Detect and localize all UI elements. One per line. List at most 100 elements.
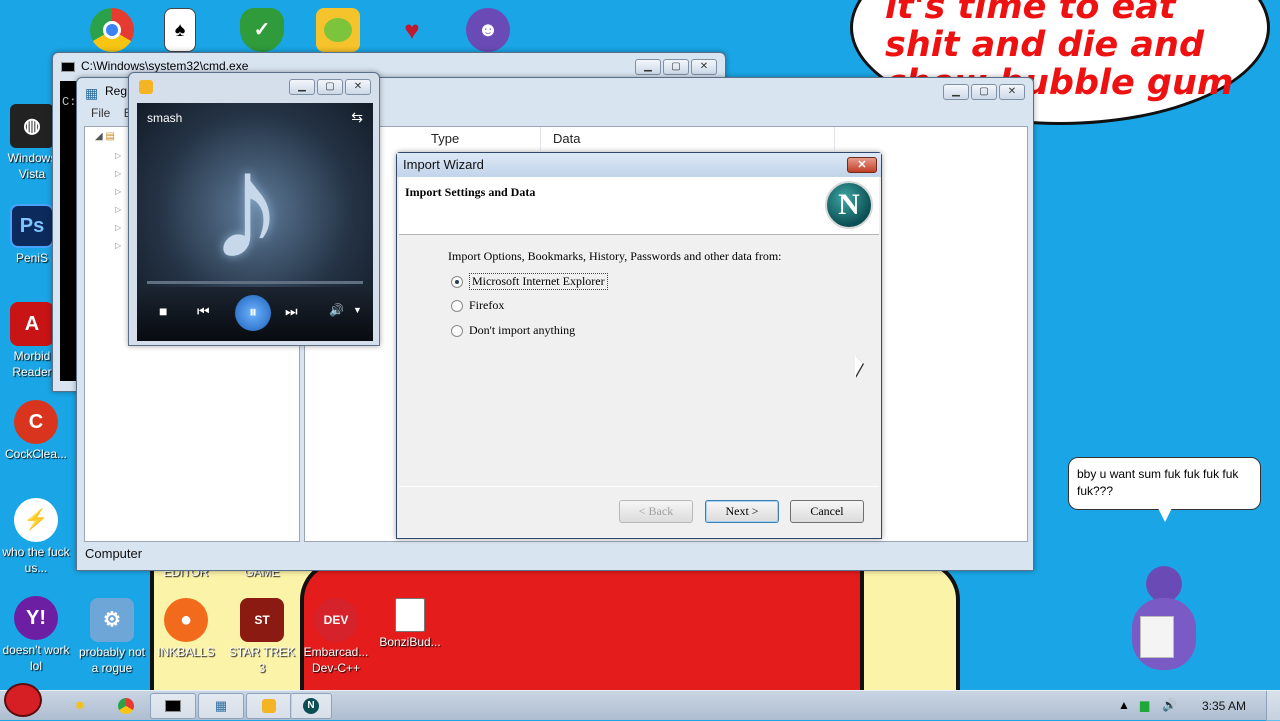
import-options-prompt: Import Options, Bookmarks, History, Pass… [448, 249, 782, 263]
maximize-button[interactable]: ▢ [663, 59, 689, 75]
pause-button[interactable]: ⏸ [235, 295, 271, 331]
option-internet-explorer[interactable]: Microsoft Internet Explorer [451, 273, 608, 290]
close-button[interactable]: ✕ [345, 79, 371, 95]
taskbar-regedit[interactable]: ▦ [198, 693, 244, 719]
desktop-icon-security[interactable]: ✓ [226, 8, 298, 54]
desktop-icon-chrome[interactable] [76, 8, 148, 54]
desktop-icon-ccleaner[interactable]: C CockClea... [0, 400, 72, 462]
media-player-titlebar[interactable]: ▁ ▢ ✕ [129, 73, 379, 101]
desktop-icon-antivirus[interactable]: ⚙ probably not a rogue [76, 598, 148, 676]
taskbar-cmd[interactable] [150, 693, 196, 719]
ccleaner-icon: C [14, 400, 58, 444]
seek-bar[interactable] [147, 281, 363, 284]
desktop-icon-yahoo[interactable]: Y! doesn't work lol [0, 596, 72, 674]
column-header-data[interactable]: Data [545, 127, 835, 151]
cancel-button[interactable]: Cancel [790, 500, 864, 523]
option-label: Firefox [469, 298, 505, 312]
bad-piggies-icon [316, 8, 360, 52]
desktop-icon-label: INKBALLS [157, 645, 215, 659]
cmd-title: C:\Windows\system32\cmd.exe [81, 59, 249, 73]
yahoo-icon: Y! [14, 596, 58, 640]
playback-controls: ■ ⏮ ⏸ ⏭ 🔊 ▼ [137, 287, 373, 341]
radio-button[interactable] [451, 324, 463, 337]
previous-button[interactable]: ⏮ [197, 303, 210, 320]
close-button[interactable]: ✕ [847, 157, 877, 173]
music-note-icon: ♪ [209, 122, 284, 290]
column-header-type[interactable]: Type [423, 127, 541, 151]
desktop-icon-star-trek[interactable]: ST STAR TREK 3 [226, 598, 298, 676]
solitaire-icon: ♠ [164, 8, 196, 52]
media-player-window[interactable]: ▁ ▢ ✕ smash ⇆ ♪ ■ ⏮ ⏸ ⏭ 🔊 ▼ [128, 72, 380, 346]
stop-button[interactable]: ■ [159, 303, 167, 319]
option-label: Microsoft Internet Explorer [469, 273, 608, 290]
option-firefox[interactable]: Firefox [451, 298, 504, 313]
desktop-icon-game[interactable]: ♥ [376, 8, 448, 54]
desktop-icon-bonzi[interactable]: ☻ [452, 8, 524, 54]
tree-node[interactable]: ▷ ▷ ▷ ▷ ▷ ▷ [115, 151, 121, 250]
import-wizard-title: Import Wizard [403, 157, 484, 172]
show-hidden-icons-icon[interactable]: ▲ [1118, 698, 1130, 712]
radio-button[interactable] [451, 275, 463, 288]
desktop-icon-devcpp[interactable]: DEV Embarcad... Dev-C++ [300, 598, 372, 676]
bonzi-paper [1140, 616, 1174, 658]
tree-root[interactable]: ◢ ▤ [95, 131, 115, 142]
menu-file[interactable]: File [91, 106, 110, 120]
star-trek-icon: ST [240, 598, 284, 642]
regedit-status-bar: Computer [85, 546, 143, 561]
next-button[interactable]: ⏭ [285, 303, 298, 320]
bonzi-icon: ☻ [466, 8, 510, 52]
minimize-button[interactable]: ▁ [943, 84, 969, 100]
taskbar-netscape[interactable]: N [290, 693, 332, 719]
shield-icon: ✓ [240, 8, 284, 52]
desktop-icon-inkball[interactable]: ● INKBALLS [150, 598, 222, 660]
desktop-icon-label: CockClea... [4, 447, 68, 461]
netscape-logo-icon: N [825, 181, 873, 229]
desktop-icon-winamp[interactable]: ⚡ who the fuck us... [0, 498, 72, 576]
regedit-icon: ▦ [214, 698, 228, 713]
wizard-header-title: Import Settings and Data [405, 185, 536, 199]
volume-dropdown-icon[interactable]: ▼ [353, 305, 362, 315]
wallpaper-yellow-shape-right [860, 560, 960, 690]
devcpp-icon: DEV [314, 598, 358, 642]
bonzi-character[interactable] [1126, 566, 1202, 676]
close-button[interactable]: ✕ [999, 84, 1025, 100]
import-wizard-dialog[interactable]: Import Wizard ✕ Import Settings and Data… [396, 152, 882, 539]
desktop-icon-bad-piggies[interactable] [302, 8, 374, 54]
minimize-button[interactable]: ▁ [635, 59, 661, 75]
back-button[interactable]: < Back [619, 500, 693, 523]
minimize-button[interactable]: ▁ [289, 79, 315, 95]
desktop: it's time to eat shit and die and chew b… [0, 0, 1280, 690]
taskbar-media-player[interactable] [246, 693, 292, 719]
power-icon[interactable]: ▆ [1140, 698, 1149, 712]
media-player-icon [262, 699, 276, 713]
volume-button[interactable]: 🔊 [329, 303, 344, 317]
desktop-icon-label: Embarcad... Dev-C++ [303, 645, 369, 675]
game-icon: ♥ [404, 15, 420, 45]
switch-view-icon[interactable]: ⇆ [351, 109, 363, 126]
taskbar-chrome[interactable] [106, 693, 146, 719]
desktop-icon-bonzibuddy[interactable]: BonziBud... [374, 598, 446, 650]
volume-icon[interactable]: 🔊 [1162, 698, 1177, 712]
desktop-icon-label: Morbid Reader [12, 349, 52, 379]
import-wizard-titlebar[interactable]: Import Wizard ✕ [397, 153, 881, 177]
taskbar-quicklaunch-1[interactable]: ✹ [60, 693, 100, 719]
show-desktop-button[interactable] [1266, 691, 1280, 721]
clock[interactable]: 3:35 AM [1202, 699, 1246, 713]
regedit-title: Reg [105, 84, 128, 98]
desktop-icon-label: probably not a rogue [78, 645, 146, 675]
regedit-menubar: File E [83, 106, 132, 124]
cmd-icon [165, 700, 181, 712]
maximize-button[interactable]: ▢ [317, 79, 343, 95]
next-button[interactable]: Next > [705, 500, 779, 523]
chrome-icon [90, 8, 134, 52]
maximize-button[interactable]: ▢ [971, 84, 997, 100]
computer-icon: ▤ [105, 131, 115, 142]
pdf-reader-icon: A [10, 302, 54, 346]
netscape-icon: N [303, 698, 319, 714]
close-button[interactable]: ✕ [691, 59, 717, 75]
radio-button[interactable] [451, 299, 463, 312]
vista-icon: ◍ [10, 104, 54, 148]
option-dont-import[interactable]: Don't import anything [451, 323, 575, 338]
desktop-icon-solitaire[interactable]: ♠ [144, 8, 216, 54]
start-button[interactable] [4, 683, 50, 721]
